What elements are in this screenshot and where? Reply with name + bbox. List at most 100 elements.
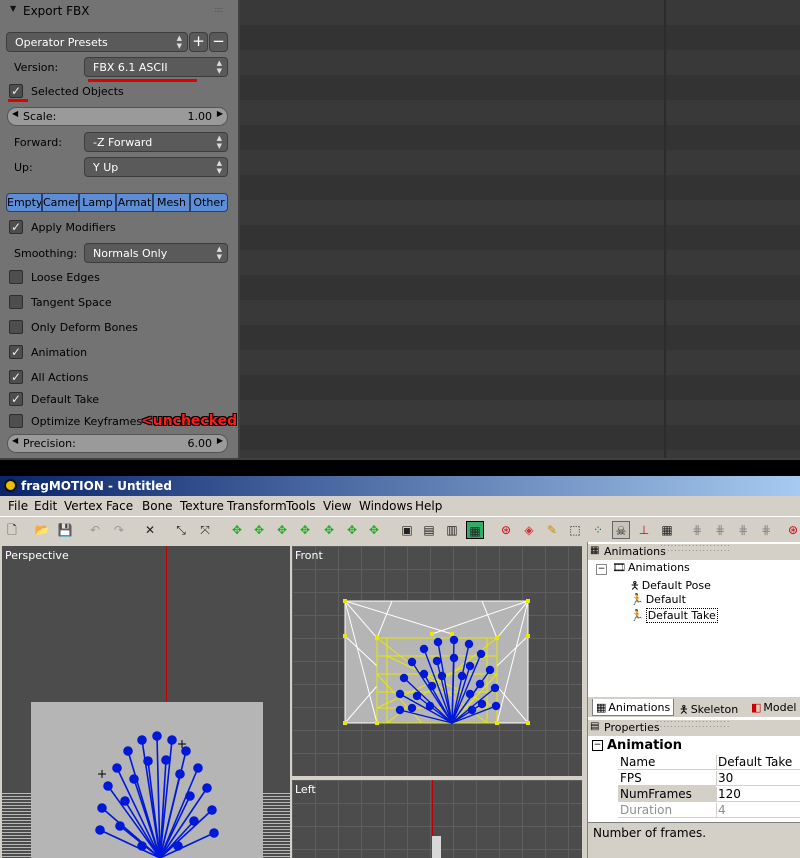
bone-tool-7-icon[interactable]: ✥	[365, 521, 383, 539]
snap-4-icon[interactable]: ⋕	[757, 521, 775, 539]
select-tool-icon[interactable]: ⤡	[172, 521, 190, 539]
operator-presets-label: Operator Presets	[15, 36, 108, 49]
type-other-button[interactable]: Other	[190, 193, 228, 212]
axes-icon[interactable]: ⊥	[635, 521, 653, 539]
tab-skeleton[interactable]: 🯅 Skeleton	[676, 699, 741, 716]
view-quad-icon[interactable]: ▦	[466, 521, 484, 539]
bone-tool-2-icon[interactable]: ✥	[250, 521, 268, 539]
bone-tool-5-icon[interactable]: ✥	[320, 521, 338, 539]
property-row-numframes-value[interactable]: 120	[716, 786, 800, 802]
collapse-icon[interactable]: −	[592, 740, 603, 751]
property-row-fps[interactable]: FPS 30	[618, 770, 800, 786]
all-actions-checkbox[interactable]: ✓	[9, 370, 23, 384]
snap-2-icon[interactable]: ⋕	[711, 521, 729, 539]
menu-tools[interactable]: Tools	[286, 499, 316, 513]
add-preset-button[interactable]: +	[189, 32, 208, 52]
property-section-animation[interactable]: − Animation	[588, 738, 800, 754]
view-dual-icon[interactable]: ▤	[420, 521, 438, 539]
type-mesh-button[interactable]: Mesh	[153, 193, 190, 212]
only-deform-bones-checkbox[interactable]	[9, 320, 23, 334]
target-icon[interactable]: ⊛	[497, 521, 515, 539]
selection-tool-icon[interactable]: ⬚	[566, 521, 584, 539]
undo-icon[interactable]: ↶	[86, 521, 104, 539]
operator-presets-dropdown[interactable]: Operator Presets ▲ ▼	[6, 32, 188, 52]
skeleton-fan-perspective	[95, 731, 219, 858]
render-icon[interactable]: ⊛	[784, 521, 800, 539]
animation-folder-icon: 🎞	[612, 561, 626, 574]
property-row-numframes[interactable]: NumFrames	[618, 786, 716, 802]
panel-header[interactable]: ▼ Export FBX :::::	[0, 0, 238, 22]
type-camera-button[interactable]: Camer	[42, 193, 79, 212]
forward-dropdown[interactable]: -Z Forward ▲ ▼	[84, 132, 228, 152]
tab-animations[interactable]: ▦ Animations	[592, 699, 675, 716]
new-file-icon[interactable]: 🗋	[3, 521, 21, 539]
forward-label: Forward:	[14, 136, 62, 149]
type-armature-button[interactable]: Armat	[116, 193, 153, 212]
bone-tool-3-icon[interactable]: ✥	[273, 521, 291, 539]
precision-slider[interactable]: ◀ Precision: 6.00 ▶	[7, 434, 228, 453]
menu-edit[interactable]: Edit	[34, 499, 57, 513]
view-single-icon[interactable]: ▣	[398, 521, 416, 539]
property-row-name[interactable]: Name Default Take	[618, 754, 800, 770]
left-mesh-edge	[432, 836, 441, 858]
updown-arrows-icon: ▲ ▼	[216, 159, 222, 175]
left-arrow-icon: ◀	[12, 436, 19, 445]
collapse-triangle-icon[interactable]: ▼	[10, 4, 16, 13]
tree-root-animations[interactable]: 🎞 Animations	[612, 561, 690, 574]
type-empty-button[interactable]: Empty	[6, 193, 42, 212]
menu-vertex[interactable]: Vertex	[64, 499, 103, 513]
smoothing-dropdown[interactable]: Normals Only ▲ ▼	[84, 243, 228, 263]
menu-face[interactable]: Face	[106, 499, 133, 513]
selected-objects-checkbox[interactable]: ✓	[9, 84, 23, 98]
left-viewport[interactable]: Left	[292, 780, 582, 858]
tab-model[interactable]: ◧ Model	[748, 699, 799, 716]
menu-texture[interactable]: Texture	[180, 499, 224, 513]
scale-slider[interactable]: ◀ Scale: 1.00 ▶	[7, 107, 228, 126]
paint-tool-icon[interactable]: ✎	[543, 521, 561, 539]
view-triple-icon[interactable]: ▥	[443, 521, 461, 539]
up-dropdown[interactable]: Y Up ▲ ▼	[84, 157, 228, 177]
menu-file[interactable]: File	[8, 499, 28, 513]
loose-edges-checkbox[interactable]	[9, 270, 23, 284]
menu-help[interactable]: Help	[415, 499, 442, 513]
tree-item-default[interactable]: 🏃 Default	[630, 593, 686, 606]
drag-handle-icon[interactable]: :::::	[214, 5, 224, 14]
open-folder-icon[interactable]: 📂	[33, 521, 51, 539]
version-value: FBX 6.1 ASCII	[93, 61, 168, 74]
remove-preset-button[interactable]: −	[209, 32, 228, 52]
tree-item-default-take[interactable]: 🏃 Default Take	[630, 608, 718, 623]
grid-display-icon[interactable]: ▦	[658, 521, 676, 539]
property-value[interactable]: 30	[716, 771, 733, 785]
snap-3-icon[interactable]: ⋕	[734, 521, 752, 539]
skeleton-display-icon[interactable]: ☠	[612, 521, 630, 539]
menu-view[interactable]: View	[323, 499, 351, 513]
property-value[interactable]: 120	[716, 787, 741, 801]
property-value[interactable]: Default Take	[716, 755, 792, 769]
menu-windows[interactable]: Windows	[359, 499, 413, 513]
bone-tool-1-icon[interactable]: ✥	[228, 521, 246, 539]
type-lamp-button[interactable]: Lamp	[79, 193, 116, 212]
grid-tool-icon[interactable]: ⁘	[589, 521, 607, 539]
snap-1-icon[interactable]: ⋕	[688, 521, 706, 539]
bone-tool-4-icon[interactable]: ✥	[296, 521, 314, 539]
save-icon[interactable]: 💾	[56, 521, 74, 539]
menu-bone[interactable]: Bone	[142, 499, 173, 513]
menu-transform[interactable]: Transform	[227, 499, 287, 513]
version-dropdown[interactable]: FBX 6.1 ASCII ▲ ▼	[84, 57, 228, 77]
collapse-icon[interactable]: −	[596, 564, 607, 575]
updown-arrows-icon: ▲ ▼	[216, 134, 222, 150]
apply-modifiers-checkbox[interactable]: ✓	[9, 220, 23, 234]
delete-icon[interactable]: ✕	[141, 521, 159, 539]
tangent-space-checkbox[interactable]	[9, 295, 23, 309]
optimize-keyframes-checkbox[interactable]	[9, 414, 23, 428]
smoothing-value: Normals Only	[93, 247, 168, 260]
move-tool-icon[interactable]: ⤧	[196, 521, 214, 539]
animation-checkbox[interactable]: ✓	[9, 345, 23, 359]
front-viewport[interactable]: Front	[292, 546, 582, 776]
scale-value: 1.00	[187, 110, 213, 123]
bone-tool-6-icon[interactable]: ✥	[343, 521, 361, 539]
default-take-checkbox[interactable]: ✓	[9, 392, 23, 406]
perspective-viewport[interactable]: Perspective	[2, 546, 290, 858]
redo-icon[interactable]: ↷	[110, 521, 128, 539]
texture-tool-icon[interactable]: ◈	[520, 521, 538, 539]
